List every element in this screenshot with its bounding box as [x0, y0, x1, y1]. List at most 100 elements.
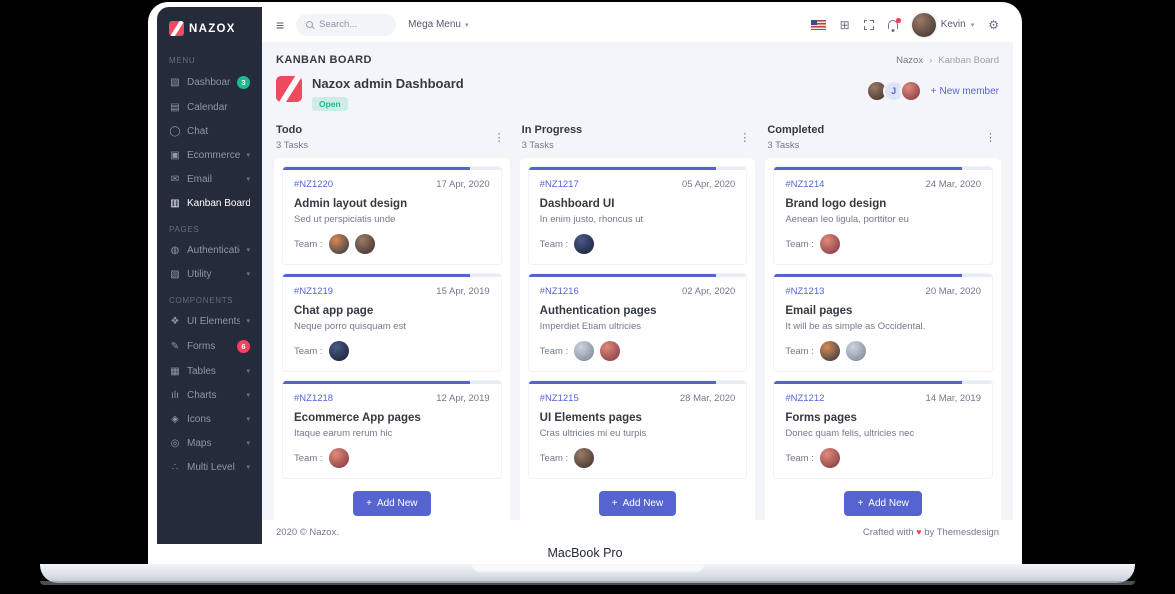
task-id-link[interactable]: #NZ1212 [785, 393, 824, 404]
task-description: Imperdiet Etiam ultricies [539, 321, 642, 332]
add-new-button[interactable]: + Add New [598, 491, 677, 516]
task-date: 14 Mar, 2019 [925, 393, 981, 404]
task-card[interactable]: #NZ1218 12 Apr, 2019 Ecommerce App pages… [282, 380, 502, 479]
column-menu-icon[interactable]: ⋮ [491, 131, 508, 144]
multi-level-icon: ∴ [171, 461, 179, 473]
team-avatar [600, 341, 621, 361]
board-header: Nazox admin Dashboard Open J + New membe… [274, 76, 1001, 124]
apps-grid-icon[interactable]: ⊞ [840, 19, 850, 31]
breadcrumb-root[interactable]: Nazox [896, 55, 923, 66]
team-avatar [574, 341, 595, 361]
kanban-column-todo: Todo 3 Tasks ⋮ #NZ1220 17 Apr, 2020 Admi… [274, 124, 510, 529]
task-id-link[interactable]: #NZ1217 [540, 179, 579, 190]
task-title: Admin layout design [294, 198, 408, 210]
topbar: ≡ Mega Menu ▾ ⊞ [262, 7, 1013, 42]
language-flag-icon[interactable] [810, 19, 826, 30]
team-avatar [328, 448, 349, 468]
team-label: Team : [539, 345, 569, 357]
kanban-column-in-progress: In Progress 3 Tasks ⋮ #NZ1217 05 Apr, 20… [519, 124, 756, 529]
kanban-columns: Todo 3 Tasks ⋮ #NZ1220 17 Apr, 2020 Admi… [274, 124, 1001, 529]
breadcrumb: Nazox › Kanban Board [896, 55, 999, 66]
sidebar-item-authentication[interactable]: ◍ Authentication ▾ [157, 238, 262, 262]
chevron-down-icon: ▾ [246, 416, 250, 423]
task-id-link[interactable]: #NZ1216 [540, 286, 579, 297]
column-header: Completed 3 Tasks ⋮ [765, 124, 1001, 158]
add-new-button[interactable]: + Add New [844, 491, 922, 516]
app-logo[interactable]: NAZOX [157, 15, 262, 46]
task-card[interactable]: #NZ1213 20 Mar, 2020 Email pages It will… [773, 273, 993, 372]
search-input[interactable] [319, 19, 390, 30]
chevron-down-icon: ▾ [970, 21, 975, 29]
sidebar-item-email[interactable]: ✉ Email ▾ [157, 167, 262, 191]
notifications-button[interactable] [887, 18, 901, 29]
column-body: #NZ1214 24 Mar, 2020 Brand logo design A… [765, 158, 1001, 529]
breadcrumb-current: Kanban Board [938, 54, 999, 66]
task-card[interactable]: #NZ1220 17 Apr, 2020 Admin layout design… [282, 166, 502, 265]
search-icon [306, 21, 314, 28]
tables-icon: ▦ [170, 365, 180, 377]
column-menu-icon[interactable]: ⋮ [982, 131, 999, 144]
team-label: Team : [539, 452, 569, 464]
task-card[interactable]: #NZ1216 02 Apr, 2020 Authentication page… [527, 273, 748, 372]
task-id-link[interactable]: #NZ1215 [540, 393, 579, 404]
dashboard-count-badge: 3 [237, 75, 250, 89]
content: KANBAN BOARD Nazox › Kanban Board Nazox … [262, 42, 1013, 544]
sidebar-item-icons[interactable]: ◈ Icons ▾ [157, 407, 262, 431]
column-menu-icon[interactable]: ⋮ [736, 131, 753, 144]
add-new-button[interactable]: + Add New [353, 491, 431, 516]
kanban-column-completed: Completed 3 Tasks ⋮ #NZ1214 24 Mar, 2020… [765, 124, 1001, 529]
task-id-link[interactable]: #NZ1218 [294, 393, 333, 404]
task-card[interactable]: #NZ1215 28 Mar, 2020 UI Elements pages C… [527, 380, 748, 479]
team-avatar [354, 234, 375, 254]
sidebar-section-pages: PAGES [169, 225, 200, 234]
task-card[interactable]: #NZ1217 05 Apr, 2020 Dashboard UI In eni… [527, 166, 748, 265]
team-label: Team : [294, 238, 323, 250]
task-card[interactable]: #NZ1212 14 Mar, 2019 Forms pages Donec q… [773, 380, 993, 479]
breadcrumb-separator-icon: › [929, 54, 933, 66]
plus-icon: + [930, 85, 937, 97]
sidebar-item-tables[interactable]: ▦ Tables ▾ [157, 359, 262, 383]
sidebar-item-multi-level[interactable]: ∴ Multi Level ▾ [157, 455, 262, 479]
copyright: 2020 © Nazox. [276, 526, 339, 538]
macbook-base-edge [40, 581, 1135, 585]
new-member-button[interactable]: + New member [931, 86, 999, 97]
mega-menu-dropdown[interactable]: Mega Menu ▾ [408, 19, 468, 30]
sidebar-item-charts[interactable]: ılı Charts ▾ [157, 383, 262, 407]
sidebar-item-calendar[interactable]: ▤ Calendar [157, 95, 262, 119]
sidebar-item-ecommerce[interactable]: ▣ Ecommerce ▾ [157, 143, 262, 167]
sidebar-item-kanban-board[interactable]: ▥ Kanban Board [157, 191, 262, 215]
member-avatar[interactable] [899, 80, 922, 102]
task-description: Cras ultricies mi eu turpis [539, 428, 647, 439]
sidebar-item-utility[interactable]: ▨ Utility ▾ [157, 262, 262, 286]
chevron-down-icon: ▾ [246, 440, 250, 447]
task-id-link[interactable]: #NZ1213 [785, 286, 824, 297]
team-label: Team : [294, 345, 323, 357]
fullscreen-icon[interactable] [862, 18, 875, 31]
sidebar-item-maps[interactable]: ◎ Maps ▾ [157, 431, 262, 455]
sidebar-item-chat[interactable]: ◯ Chat [157, 119, 262, 143]
task-date: 20 Mar, 2020 [925, 286, 981, 297]
sidebar-item-ui-elements[interactable]: ❖ UI Elements ▾ [157, 309, 262, 333]
ui-elements-icon: ❖ [170, 315, 180, 327]
task-card[interactable]: #NZ1214 24 Mar, 2020 Brand logo design A… [773, 166, 993, 265]
task-id-link[interactable]: #NZ1214 [785, 179, 824, 190]
task-id-link[interactable]: #NZ1220 [294, 179, 333, 190]
task-date: 17 Apr, 2020 [436, 179, 490, 190]
status-badge: Open [312, 97, 348, 111]
menu-toggle-icon[interactable]: ≡ [276, 17, 284, 33]
task-date: 12 Apr, 2019 [436, 393, 490, 404]
task-title: Authentication pages [539, 305, 657, 317]
chevron-down-icon: ▾ [464, 21, 469, 29]
sidebar-item-forms[interactable]: ✎ Forms 6 [157, 333, 262, 359]
board-logo-icon [276, 76, 302, 102]
task-id-link[interactable]: #NZ1219 [294, 286, 333, 297]
gear-icon[interactable]: ⚙ [988, 19, 999, 31]
app-footer: 2020 © Nazox. Crafted with ♥ by Themesde… [262, 520, 1013, 544]
task-card[interactable]: #NZ1219 15 Apr, 2019 Chat app page Neque… [282, 273, 502, 372]
page-header: KANBAN BOARD Nazox › Kanban Board [274, 50, 1001, 76]
user-menu[interactable]: Kevin ▾ [911, 12, 975, 37]
task-description: Itaque earum rerum hic [294, 428, 393, 439]
task-title: Email pages [785, 305, 853, 317]
sidebar-item-dashboard[interactable]: ▧ Dashboard 3 [157, 69, 262, 95]
search-box[interactable] [296, 13, 397, 36]
